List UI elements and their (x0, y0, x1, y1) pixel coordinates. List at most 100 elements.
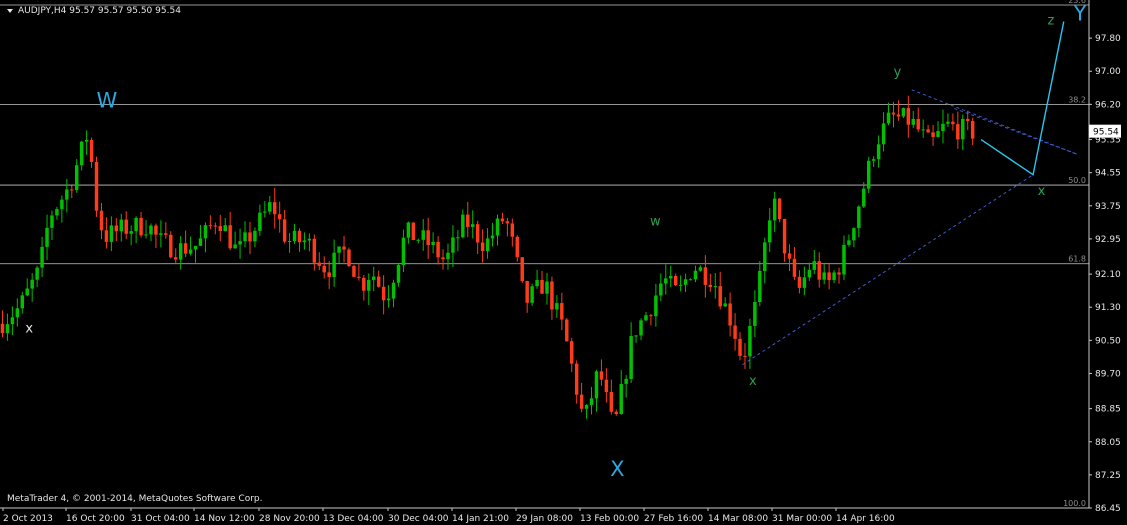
candle-body (703, 267, 708, 285)
y-tick-label: 91.30 (1095, 303, 1121, 313)
candle-body (35, 267, 39, 280)
candle-body (530, 286, 534, 303)
candle-body (416, 239, 421, 241)
candle[interactable] (565, 318, 569, 342)
candle-body (15, 308, 20, 318)
y-tick-label: 92.95 (1095, 235, 1121, 245)
candle-body (782, 218, 787, 254)
x-tick-label: 16 Oct 20:00 (66, 514, 125, 524)
candle-body (451, 237, 455, 253)
candle-body (124, 219, 128, 234)
candle-body (594, 371, 599, 399)
candle-body (441, 257, 445, 260)
candle-body (852, 228, 856, 241)
candle-body (728, 303, 732, 326)
candle-body (857, 206, 861, 229)
candle-body (302, 240, 307, 243)
candle-body (327, 272, 331, 278)
candle-body (911, 118, 916, 125)
x-tick-label: 31 Mar 00:00 (772, 514, 832, 524)
candle-body (322, 265, 326, 273)
chart-background (0, 0, 1127, 525)
candle-body (173, 257, 178, 260)
candle[interactable] (352, 264, 356, 277)
candle-body (609, 392, 614, 412)
price-chart[interactable]: 23.638.250.061.8100.0 WXYxwxyxz 97.8097.… (0, 0, 1127, 525)
candle-body (134, 217, 138, 232)
candle-body (188, 249, 193, 254)
candle-body (40, 246, 44, 268)
candle-body (520, 257, 524, 282)
x-tick-label: 28 Nov 20:00 (259, 514, 320, 524)
chart-title: AUDJPY,H4 95.57 95.57 95.50 95.54 (18, 6, 181, 16)
candle-body (65, 189, 69, 200)
candle-body (55, 209, 59, 216)
candle-body (277, 214, 282, 220)
candle-body (842, 244, 846, 275)
candle-body (337, 246, 341, 253)
candle-body (579, 394, 584, 409)
x-tick-label: 31 Oct 04:00 (131, 514, 190, 524)
candle-body (485, 238, 490, 252)
candle-body (619, 383, 623, 414)
candle-body (629, 336, 633, 379)
candle-body (198, 238, 203, 246)
candle-body (832, 272, 836, 281)
candle-body (20, 295, 25, 309)
candle-body (847, 240, 851, 245)
candle-body (193, 245, 198, 250)
candle[interactable] (520, 257, 524, 283)
candle-body (347, 249, 351, 267)
candle-body (777, 198, 782, 219)
candle-body (89, 139, 94, 162)
candle-body (817, 261, 821, 280)
x-tick-label: 14 Nov 12:00 (194, 514, 255, 524)
candle-body (317, 262, 322, 266)
candle-body (169, 234, 173, 258)
candle-body (550, 281, 554, 310)
candle[interactable] (347, 247, 351, 268)
candle-body (926, 129, 930, 133)
candle-body (475, 224, 480, 243)
candle[interactable] (866, 156, 871, 194)
candle[interactable] (94, 156, 99, 217)
candle-body (693, 270, 698, 280)
candle-body (604, 379, 609, 393)
candle-body (599, 371, 604, 380)
candle-body (683, 279, 688, 285)
candle-body (708, 284, 713, 288)
candle-body (84, 139, 89, 142)
candle[interactable] (530, 283, 534, 306)
candle-body (357, 276, 361, 278)
candle-body (614, 411, 619, 414)
wave-label-minor: w (650, 215, 661, 230)
candle-body (505, 221, 510, 224)
candle-body (738, 338, 742, 356)
candle-body (713, 286, 718, 288)
candle-body (94, 161, 99, 211)
candle-body (535, 279, 539, 287)
candle-body (386, 298, 391, 301)
candle[interactable] (169, 231, 173, 259)
candle-body (228, 225, 232, 249)
fib-level-label: 50.0 (1068, 176, 1086, 185)
candle[interactable] (901, 107, 906, 119)
candle-body (896, 114, 901, 117)
candle-body (30, 279, 34, 289)
candle-body (807, 269, 812, 278)
x-tick-label: 30 Dec 04:00 (388, 514, 449, 524)
candle-body (876, 144, 881, 160)
candle-body (946, 121, 950, 124)
candle-body (104, 230, 109, 242)
candle-body (624, 378, 628, 384)
candle[interactable] (777, 197, 782, 223)
candle[interactable] (411, 222, 416, 241)
x-tick-label: 13 Dec 04:00 (323, 514, 384, 524)
candle-body (668, 275, 673, 279)
candle-body (733, 325, 737, 339)
candle-body (560, 303, 564, 320)
x-tick-label: 13 Feb 00:00 (580, 514, 639, 524)
candle-body (139, 217, 143, 236)
candle-body (881, 123, 886, 145)
candle-body (248, 232, 252, 242)
